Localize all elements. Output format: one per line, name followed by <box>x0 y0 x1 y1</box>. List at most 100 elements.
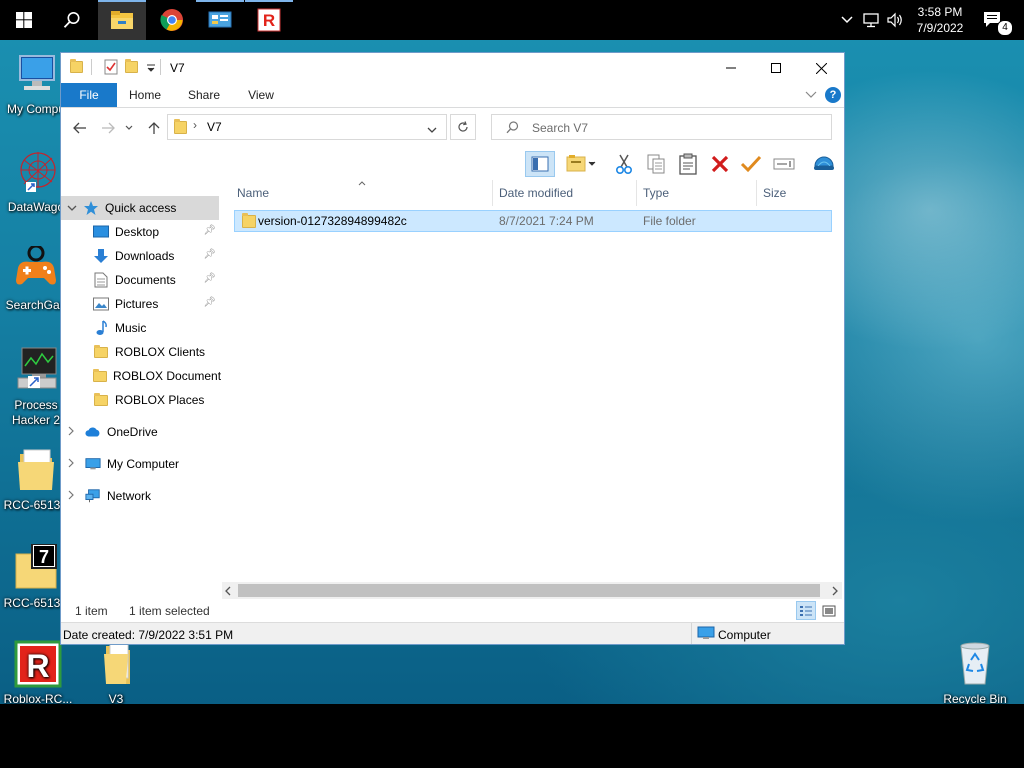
column-header-type[interactable]: Type <box>637 180 757 206</box>
action-center-button[interactable]: 4 <box>978 0 1013 40</box>
taskbar-file-explorer[interactable] <box>98 0 146 40</box>
up-button[interactable] <box>143 118 165 138</box>
properties-icon <box>104 59 118 75</box>
taskbar-roblox[interactable]: R <box>245 0 293 40</box>
forward-button[interactable] <box>97 118 119 138</box>
nav-label: My Computer <box>107 457 180 471</box>
address-dropdown-button[interactable] <box>427 123 437 133</box>
datawagon-icon <box>12 148 60 196</box>
rename-button[interactable] <box>771 151 797 177</box>
copy-button[interactable] <box>643 151 669 177</box>
column-header-name[interactable]: Name <box>231 180 493 206</box>
desktop-icon-v3[interactable]: V3 <box>78 640 154 704</box>
start-button[interactable] <box>0 0 48 40</box>
tab-home[interactable]: Home <box>123 83 167 107</box>
column-header-date-modified[interactable]: Date modified <box>493 180 637 206</box>
details-view-button[interactable] <box>796 601 816 620</box>
scroll-right-button[interactable] <box>831 585 839 599</box>
desktop-icon-recycle-bin[interactable]: Recycle Bin <box>937 640 1013 704</box>
nav-item-pictures[interactable]: Pictures 📌︎ <box>61 292 219 316</box>
volume-tray-button[interactable] <box>884 0 906 40</box>
file-explorer-window: V7 File Home Share View ? › V7 Search V7… <box>60 52 845 645</box>
notification-count-badge: 4 <box>997 20 1013 36</box>
nav-my-computer[interactable]: My Computer <box>61 452 219 476</box>
chevron-right-icon[interactable] <box>67 489 77 503</box>
rename-icon <box>773 158 795 170</box>
qat-properties-button[interactable] <box>103 59 119 75</box>
taskbar-control-panel[interactable] <box>196 0 244 40</box>
nav-item-roblox-places[interactable]: ROBLOX Places <box>61 388 219 412</box>
refresh-button[interactable] <box>450 114 476 140</box>
address-bar[interactable]: › V7 <box>167 114 447 140</box>
paste-button[interactable] <box>675 151 701 177</box>
nav-item-downloads[interactable]: Downloads 📌︎ <box>61 244 219 268</box>
desktop-icon-roblox-rc[interactable]: R Roblox-RC... <box>0 640 76 704</box>
svg-text:R: R <box>263 11 275 30</box>
clipboard-icon <box>679 153 697 175</box>
windows-logo-icon <box>16 12 32 28</box>
chevron-right-icon[interactable] <box>67 457 77 471</box>
network-tray-button[interactable] <box>860 0 882 40</box>
nav-item-roblox-clients[interactable]: ROBLOX Clients <box>61 340 219 364</box>
preview-pane-button[interactable] <box>525 151 555 177</box>
qat-customize-button[interactable] <box>146 61 156 75</box>
nav-onedrive[interactable]: OneDrive <box>61 420 219 444</box>
location-label: Computer <box>718 628 771 642</box>
computer-icon <box>697 626 715 643</box>
horizontal-scrollbar[interactable] <box>222 582 842 599</box>
maximize-button[interactable] <box>753 53 799 83</box>
nav-label: ROBLOX Document <box>113 369 222 383</box>
maximize-icon <box>771 63 781 73</box>
title-bar[interactable]: V7 <box>61 53 844 83</box>
chevron-down-icon[interactable] <box>67 201 77 215</box>
tab-share[interactable]: Share <box>181 83 227 107</box>
nav-label: OneDrive <box>107 425 158 439</box>
search-input[interactable]: Search V7 <box>491 114 832 140</box>
tab-file[interactable]: File <box>61 83 117 107</box>
scrollbar-thumb[interactable] <box>238 584 820 597</box>
folder-icon <box>174 119 187 134</box>
nav-label: Desktop <box>115 225 160 239</box>
file-list: Name Date modified Type Size version-012… <box>231 180 836 575</box>
network-globe-button[interactable] <box>811 151 837 177</box>
close-button[interactable] <box>798 53 844 83</box>
delete-button[interactable] <box>707 151 733 177</box>
nav-item-documents[interactable]: Documents 📌︎ <box>61 268 219 292</box>
column-header-size[interactable]: Size <box>757 180 836 206</box>
table-row[interactable]: version-012732894899482c 8/7/2021 7:24 P… <box>234 210 832 232</box>
nav-item-roblox-document[interactable]: ROBLOX Document <box>61 364 222 388</box>
copy-icon <box>647 154 665 174</box>
file-name: version-012732894899482c <box>258 214 407 228</box>
search-button[interactable] <box>48 0 96 40</box>
cloud-icon <box>85 424 101 440</box>
chevron-right-icon[interactable] <box>67 425 77 439</box>
recent-locations-button[interactable] <box>123 118 135 138</box>
taskbar-clock[interactable]: 3:58 PM 7/9/2022 <box>905 4 975 36</box>
nav-network[interactable]: Network <box>61 484 219 508</box>
taskbar-chrome[interactable] <box>148 0 196 40</box>
change-view-button[interactable] <box>563 151 599 177</box>
refresh-icon <box>458 121 468 132</box>
back-button[interactable] <box>69 118 91 138</box>
nav-item-music[interactable]: Music <box>61 316 219 340</box>
minimize-button[interactable] <box>708 53 754 83</box>
scroll-left-button[interactable] <box>224 585 232 599</box>
details-bar: Date created: 7/9/2022 3:51 PM Computer <box>61 622 844 644</box>
cut-button[interactable] <box>611 151 637 177</box>
large-icons-view-icon <box>822 605 836 616</box>
clock-date: 7/9/2022 <box>916 21 964 35</box>
select-check-button[interactable] <box>738 151 764 177</box>
breadcrumb-current[interactable]: V7 <box>207 120 222 134</box>
details-view-icon <box>800 605 812 616</box>
expand-ribbon-button[interactable] <box>805 88 819 102</box>
qat-new-folder-button[interactable] <box>125 59 138 73</box>
tab-view[interactable]: View <box>239 83 283 107</box>
tray-overflow-button[interactable] <box>838 0 856 40</box>
nav-label: Documents <box>115 273 176 287</box>
nav-label: Network <box>107 489 152 503</box>
nav-item-desktop[interactable]: Desktop 📌︎ <box>61 220 219 244</box>
help-button[interactable]: ? <box>825 87 841 103</box>
nav-quick-access[interactable]: Quick access <box>61 196 219 220</box>
large-icons-view-button[interactable] <box>819 601 839 620</box>
pin-icon: 📌︎ <box>203 249 216 260</box>
